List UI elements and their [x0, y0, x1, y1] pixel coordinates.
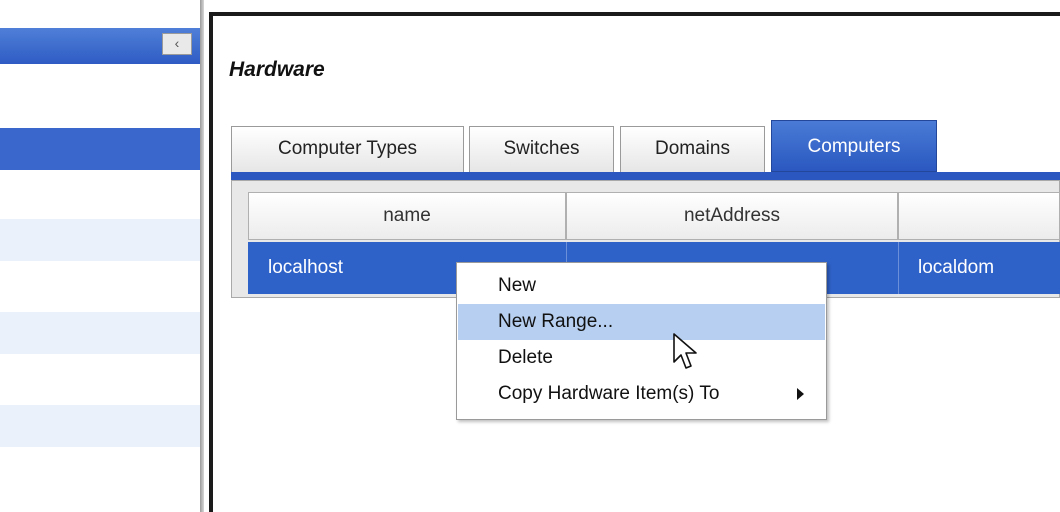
- sidebar-item[interactable]: [0, 312, 200, 354]
- column-header-name[interactable]: name: [248, 192, 566, 240]
- context-menu: New New Range... Delete Copy Hardware It…: [456, 262, 827, 420]
- submenu-arrow-icon: [797, 388, 804, 400]
- sidebar-item[interactable]: [0, 451, 200, 493]
- sidebar-item-selected[interactable]: [0, 128, 200, 170]
- tab-domains[interactable]: Domains: [620, 126, 765, 172]
- tab-switches[interactable]: Switches: [469, 126, 614, 172]
- menu-item-label: Copy Hardware Item(s) To: [498, 383, 720, 404]
- mouse-pointer-icon: [673, 333, 697, 369]
- menu-item-label: New: [498, 275, 537, 296]
- menu-item-label: Delete: [498, 347, 553, 368]
- tab-strip: [231, 172, 1060, 180]
- sidebar-border[interactable]: [200, 0, 204, 512]
- sidebar-item[interactable]: [0, 84, 200, 126]
- left-sidebar: ‹: [0, 0, 204, 512]
- menu-item-label: New Range...: [498, 311, 614, 332]
- sidebar-item[interactable]: [0, 219, 200, 261]
- menu-item-new[interactable]: New: [458, 268, 825, 304]
- cell-domain: localdom: [918, 257, 995, 278]
- menu-item-delete[interactable]: Delete: [458, 340, 825, 376]
- collapse-sidebar-button[interactable]: ‹: [162, 33, 192, 55]
- column-header-domain[interactable]: [898, 192, 1060, 240]
- page-title: Hardware: [229, 58, 325, 81]
- sidebar-item[interactable]: [0, 266, 200, 308]
- sidebar-item[interactable]: [0, 173, 200, 215]
- sidebar-item[interactable]: [0, 405, 200, 447]
- column-divider: [898, 242, 899, 294]
- tab-computers[interactable]: Computers: [771, 120, 937, 172]
- menu-item-new-range[interactable]: New Range...: [458, 304, 825, 340]
- column-header-netaddress[interactable]: netAddress: [566, 192, 898, 240]
- tab-computer-types[interactable]: Computer Types: [231, 126, 464, 172]
- menu-item-copy-hardware[interactable]: Copy Hardware Item(s) To: [458, 376, 825, 412]
- sidebar-item[interactable]: [0, 358, 200, 400]
